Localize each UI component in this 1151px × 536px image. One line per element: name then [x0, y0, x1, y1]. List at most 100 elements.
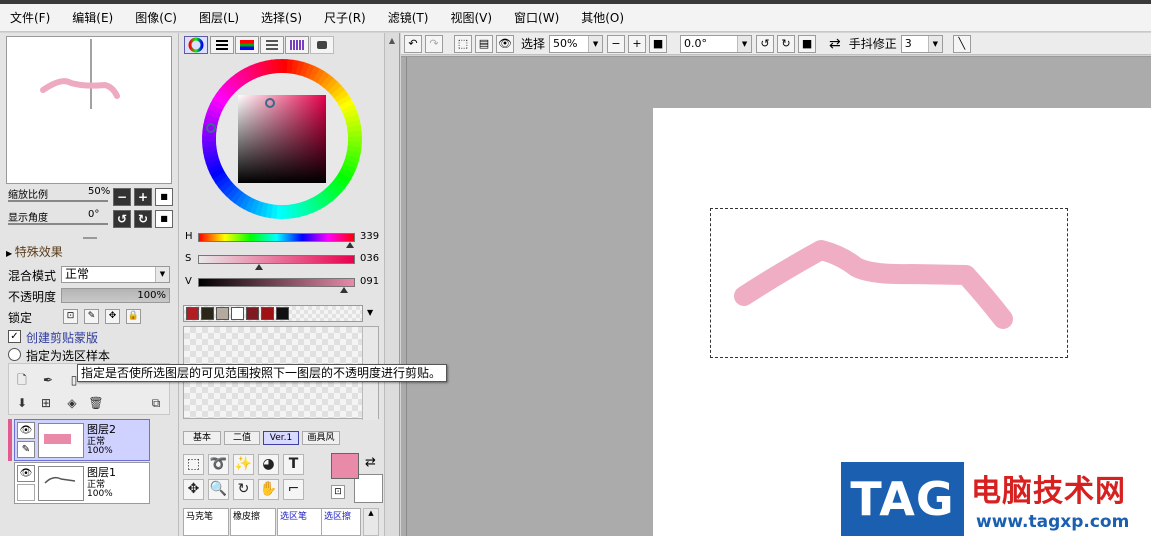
color-mixer-tab[interactable]	[260, 36, 284, 54]
chevron-down-icon[interactable]: ▼	[367, 308, 373, 317]
transparent-color-icon[interactable]: ⊡	[331, 485, 345, 499]
zoom-out-button[interactable]: −	[113, 188, 131, 206]
new-pen-layer-icon[interactable]: ✒	[40, 372, 56, 388]
menu-view[interactable]: 视图(V)	[450, 9, 492, 26]
selection-source-radio[interactable]	[8, 348, 21, 361]
eye-icon[interactable]: 👁	[17, 465, 35, 482]
zoom-reset-button[interactable]: ■	[155, 188, 173, 206]
straight-line-icon[interactable]: ╲	[952, 34, 971, 53]
pen-slot[interactable]	[17, 484, 35, 501]
lock-transparency-icon[interactable]: ⊡	[63, 309, 78, 324]
menu-other[interactable]: 其他(O)	[581, 9, 624, 26]
layer-row[interactable]: 👁 图层1 正常 100%	[14, 462, 150, 504]
invert-selection-icon[interactable]: ▤	[475, 34, 493, 53]
delete-layer-icon[interactable]: 🗑	[88, 395, 104, 411]
menu-image[interactable]: 图像(C)	[135, 9, 177, 26]
swap-colors-icon[interactable]: ⇄	[365, 455, 376, 470]
brush-select-eraser[interactable]: 选区擦	[321, 508, 361, 536]
undo-icon[interactable]: ↶	[404, 34, 422, 53]
zoom-out-icon[interactable]: −	[607, 34, 626, 53]
foreground-color-swatch[interactable]	[331, 453, 359, 479]
value-slider-row[interactable]: V 091	[185, 276, 379, 293]
menu-ruler[interactable]: 尺子(R)	[324, 9, 366, 26]
opacity-slider[interactable]: 100%	[61, 288, 170, 303]
brush-marker[interactable]: 马克笔	[183, 508, 229, 536]
menu-window[interactable]: 窗口(W)	[514, 9, 559, 26]
menu-edit[interactable]: 编辑(E)	[72, 9, 113, 26]
brush-scrollbar[interactable]: ▲	[363, 508, 379, 536]
tool-tab-painterly[interactable]: 画具风	[302, 431, 340, 445]
rect-select-icon[interactable]: ⬚	[183, 454, 204, 475]
move-icon[interactable]: ✥	[183, 479, 204, 500]
fill-icon[interactable]: ◕	[258, 454, 279, 475]
lock-all-icon[interactable]: 🔒	[126, 309, 141, 324]
rotate-left-button[interactable]: ↺	[113, 210, 131, 228]
saturation-slider-row[interactable]: S 036	[185, 253, 379, 270]
stabilizer-select[interactable]: 3 ▼	[900, 34, 943, 53]
layer-row[interactable]: 👁 ✎ 图层2 正常 100%	[14, 419, 150, 461]
eye-icon[interactable]: 👁	[496, 34, 514, 53]
new-layer-icon[interactable]: 🗋	[14, 372, 30, 388]
rotate-right-button[interactable]: ↻	[134, 210, 152, 228]
rotate-reset-button[interactable]: ■	[155, 210, 173, 228]
eye-icon[interactable]: 👁	[17, 422, 35, 439]
blend-mode-select[interactable]: 正常 ▼	[61, 266, 170, 283]
add-layer-icon[interactable]: ⊞	[38, 395, 54, 411]
zoom-in-button[interactable]: +	[134, 188, 152, 206]
brush-eraser[interactable]: 橡皮擦	[230, 508, 276, 536]
value-thumb[interactable]	[340, 287, 348, 293]
lock-move-icon[interactable]: ✥	[105, 309, 120, 324]
menu-select[interactable]: 选择(S)	[261, 9, 302, 26]
text-icon[interactable]: T	[283, 454, 304, 475]
color-swatch[interactable]	[216, 307, 229, 320]
redo-icon[interactable]: ↷	[425, 34, 443, 53]
saturation-bar[interactable]	[198, 255, 355, 264]
tool-tab-basic[interactable]: 基本	[183, 431, 221, 445]
navigator-preview[interactable]	[6, 36, 172, 184]
brush-select-pen[interactable]: 选区笔	[277, 508, 323, 536]
hue-thumb[interactable]	[346, 242, 354, 248]
swatch-tab[interactable]	[285, 36, 309, 54]
rotate-right-icon[interactable]: ↻	[777, 34, 796, 53]
chevron-up-icon[interactable]: ▲	[387, 36, 397, 46]
lock-paint-icon[interactable]: ✎	[84, 309, 99, 324]
pen-icon[interactable]: ✎	[17, 441, 35, 458]
panel-scrollbar[interactable]: ▲	[384, 33, 400, 536]
menu-layer[interactable]: 图层(L)	[199, 9, 239, 26]
layer-options-icon[interactable]: ⧉	[148, 395, 164, 411]
panel-splitter[interactable]	[83, 237, 97, 239]
color-swatch[interactable]	[231, 307, 244, 320]
color-swatch[interactable]	[201, 307, 214, 320]
zoom-reset-icon[interactable]: ■	[649, 34, 668, 53]
angle-slider[interactable]	[8, 223, 108, 225]
rotate-reset-icon[interactable]: ■	[798, 34, 817, 53]
hsv-slider-tab[interactable]	[235, 36, 259, 54]
hue-slider-row[interactable]: H 339	[185, 231, 379, 248]
zoom-select[interactable]: 50% ▼	[549, 34, 604, 53]
hand-icon[interactable]: ✋	[258, 479, 279, 500]
saturation-thumb[interactable]	[255, 264, 263, 270]
rotate-left-icon[interactable]: ↺	[756, 34, 775, 53]
angle-select[interactable]: 0.0° ▼	[680, 34, 753, 53]
flip-horizontal-icon[interactable]: ⇄	[829, 36, 841, 52]
menu-file[interactable]: 文件(F)	[10, 9, 50, 26]
color-swatch[interactable]	[246, 307, 259, 320]
effects-header[interactable]: ▶ 特殊效果	[6, 243, 63, 260]
color-swatch[interactable]	[276, 307, 289, 320]
tool-tab-binary[interactable]: 二值	[224, 431, 260, 445]
color-wheel-tab[interactable]	[184, 36, 208, 54]
zoom-slider[interactable]	[8, 200, 108, 202]
color-wheel[interactable]	[201, 58, 363, 220]
scratchpad-tab[interactable]	[310, 36, 334, 54]
eyedropper-icon[interactable]: ⌐	[283, 479, 304, 500]
menu-filter[interactable]: 滤镜(T)	[388, 9, 429, 26]
magic-wand-icon[interactable]: ✨	[233, 454, 254, 475]
clear-layer-icon[interactable]: ◈	[64, 395, 80, 411]
zoom-icon[interactable]: 🔍	[208, 479, 229, 500]
clipping-checkbox[interactable]: ✓	[8, 330, 21, 343]
tool-tab-ver1[interactable]: Ver.1	[263, 431, 299, 445]
color-swatch[interactable]	[261, 307, 274, 320]
rgb-slider-tab[interactable]	[210, 36, 234, 54]
lasso-icon[interactable]: ➰	[208, 454, 229, 475]
hue-bar[interactable]	[198, 233, 355, 242]
